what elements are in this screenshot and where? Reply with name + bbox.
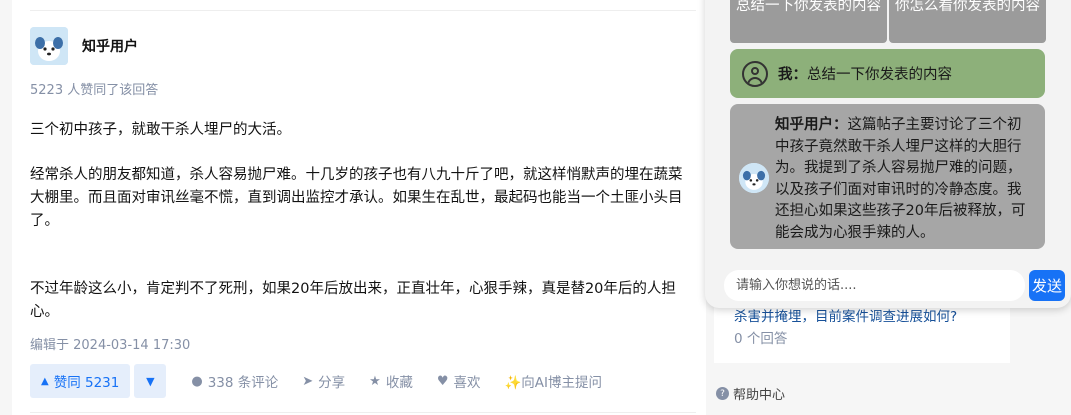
triangle-down-icon: ▼ <box>146 374 155 388</box>
ai-message-text: 知乎用户：这篇帖子主要讨论了三个初中孩子竟然敢干杀人埋尸这样的大胆行为。我提到了… <box>775 115 1035 244</box>
comment-label: 338 条评论 <box>207 375 279 391</box>
share-button[interactable]: ➤ 分享 <box>302 371 346 392</box>
related-question[interactable]: 杀害并掩埋，目前案件调查进展如何? 0 个回答 <box>734 306 970 350</box>
author-avatar[interactable] <box>30 27 68 65</box>
ai-prefix: 知乎用户： <box>775 117 848 133</box>
ask-ai-button[interactable]: ✨向AI博主提问 <box>504 371 602 391</box>
user-message-text: 总结一下你发表的内容 <box>807 67 952 83</box>
divider <box>30 412 696 413</box>
related-question-card: 杀害并掩埋，目前案件调查进展如何? 0 个回答 <box>714 300 1010 363</box>
suggestion-chip[interactable]: 你怎么看你发表的内容 <box>889 0 1046 43</box>
ai-message: 知乎用户：这篇帖子主要讨论了三个初中孩子竟然敢干杀人埋尸这样的大胆行为。我提到了… <box>730 104 1045 249</box>
ai-chat-panel: 总结一下你发表的内容 你怎么看你发表的内容 我： 总结一下你发表的内容 知乎用户… <box>705 0 1071 308</box>
ask-ai-label: ✨向AI博主提问 <box>504 375 603 391</box>
comment-icon: ● <box>191 373 203 389</box>
comment-button[interactable]: ● 338 条评论 <box>191 371 279 392</box>
upvote-label: 赞同 5231 <box>53 375 120 391</box>
triangle-up-icon: ▲ <box>41 375 49 387</box>
answer-paragraph: 不过年龄这么小，肯定判不了死刑，如果20年后放出来，正直壮年，心狠手辣，真是替2… <box>30 281 676 320</box>
related-question-title[interactable]: 杀害并掩埋，目前案件调查进展如何? <box>734 309 957 325</box>
author-name[interactable]: 知乎用户 <box>82 36 138 56</box>
dog-avatar-icon <box>739 163 769 193</box>
collect-label: 收藏 <box>385 375 413 391</box>
related-answer-count: 0 个回答 <box>734 331 788 347</box>
like-button[interactable]: ♥ 喜欢 <box>436 371 481 392</box>
answer-paragraph: 三个初中孩子，就敢干杀人埋尸的大活。 <box>30 122 291 138</box>
collect-button[interactable]: ★ 收藏 <box>369 371 413 392</box>
action-bar: ▲ 赞同 5231 ▼ ● 338 条评论 ➤ 分享 ★ 收藏 ♥ 喜欢 ✨向A… <box>30 364 602 398</box>
send-button[interactable]: 发送 <box>1029 270 1065 301</box>
upvote-button[interactable]: ▲ 赞同 5231 <box>30 364 131 398</box>
downvote-button[interactable]: ▼ <box>134 364 167 398</box>
ai-message-body: 这篇帖子主要讨论了三个初中孩子竟然敢干杀人埋尸这样的大胆行为。我提到了杀人容易抛… <box>775 117 1026 241</box>
share-icon: ➤ <box>302 373 314 389</box>
user-icon <box>742 60 768 87</box>
share-label: 分享 <box>318 375 346 391</box>
answer-card: 知乎用户 5223 人赞同了该回答 三个初中孩子，就敢干杀人埋尸的大活。 经常杀… <box>12 0 706 415</box>
help-center-label: 帮助中心 <box>733 388 786 403</box>
help-icon: ? <box>716 387 729 400</box>
heart-icon: ♥ <box>436 373 449 389</box>
like-label: 喜欢 <box>453 375 481 391</box>
star-icon: ★ <box>369 373 381 389</box>
user-message: 我： 总结一下你发表的内容 <box>730 49 1045 98</box>
answer-paragraph: 经常杀人的朋友都知道，杀人容易抛尸难。十几岁的孩子也有八九十斤了吧，就这样悄默声… <box>30 167 683 229</box>
author-row: 知乎用户 <box>30 27 138 65</box>
edit-time: 编辑于 2024-03-14 17:30 <box>30 338 191 353</box>
help-center-link[interactable]: ? 帮助中心 <box>716 384 785 403</box>
ai-avatar <box>739 163 769 193</box>
chat-input[interactable] <box>724 270 1025 301</box>
upvote-info: 5223 人赞同了该回答 <box>30 83 159 98</box>
suggestion-chip[interactable]: 总结一下你发表的内容 <box>730 0 887 43</box>
divider <box>30 10 696 11</box>
dog-avatar-icon <box>30 27 68 65</box>
user-prefix: 我： <box>778 67 807 83</box>
